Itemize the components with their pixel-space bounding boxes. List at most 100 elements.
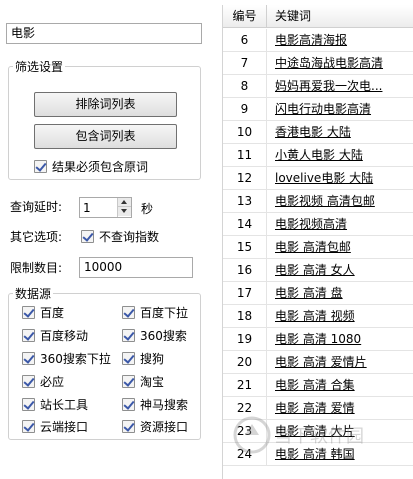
table-row[interactable]: 9 闪电行动电影高清 [223,98,413,121]
row-number: 19 [223,328,267,350]
row-number: 24 [223,443,267,465]
source-label: 百度下拉 [140,306,189,320]
row-keyword: 闪电行动电影高清 [275,102,372,116]
limit-input[interactable]: 10000 [79,257,193,278]
row-number: 20 [223,351,267,373]
row-number: 15 [223,236,267,258]
source-label: 站长工具 [40,398,89,412]
source-checkbox-360[interactable] [122,329,135,342]
source-label: 神马搜索 [140,398,189,412]
source-checkbox-sogou[interactable] [122,352,135,365]
source-checkbox-360-dropdown[interactable] [22,352,35,365]
source-checkbox-baidu-dropdown[interactable] [122,306,135,319]
table-row[interactable]: 23 电影 高清 大片 [223,420,413,443]
limit-label: 限制数目: [10,261,63,275]
query-delay-label: 查询延时: [10,200,63,214]
table-row[interactable]: 14 电影视频高清 [223,213,413,236]
row-keyword: 电影视频高清 [275,217,348,231]
table-row[interactable]: 15 电影 高清包邮 [223,236,413,259]
table-row[interactable]: 6 电影高清海报 [223,29,413,52]
must-contain-checkbox[interactable] [34,160,47,173]
table-row[interactable]: 11 小黄人电影 大陆 [223,144,413,167]
table-row[interactable]: 21 电影 高清 合集 [223,374,413,397]
include-words-button[interactable]: 包含词列表 [34,124,177,149]
table-row[interactable]: 12 lovelive电影 大陆 [223,167,413,190]
row-number: 14 [223,213,267,235]
source-checkbox-taobao[interactable] [122,375,135,388]
table-row[interactable]: 22 电影 高清 爱情 [223,397,413,420]
row-number: 16 [223,259,267,281]
row-number: 12 [223,167,267,189]
table-row[interactable]: 13 电影视频 高清包邮 [223,190,413,213]
row-number: 22 [223,397,267,419]
source-checkbox-resource-api[interactable] [122,420,135,433]
spin-up-icon[interactable] [118,198,131,207]
exclude-words-button[interactable]: 排除词列表 [34,92,177,117]
table-row[interactable]: 19 电影 高清 1080 [223,328,413,351]
row-number: 6 [223,29,267,51]
table-row[interactable]: 24 电影 高清 韩国 [223,443,413,466]
row-keyword: lovelive电影 大陆 [275,171,374,185]
column-header-keyword[interactable]: 关键词 [275,5,311,28]
row-number: 13 [223,190,267,212]
source-checkbox-cloud-api[interactable] [22,420,35,433]
row-keyword: 电影视频 高清包邮 [275,194,375,208]
column-header-number[interactable]: 编号 [223,5,267,28]
query-delay-spinner[interactable]: 1 [79,197,132,218]
source-checkbox-chinaz[interactable] [22,398,35,411]
table-row[interactable]: 17 电影 高清 盘 [223,282,413,305]
data-source-legend: 数据源 [15,287,52,301]
spinner-arrows [117,198,131,217]
row-keyword: 中途岛海战电影高清 [275,56,384,70]
table-row[interactable]: 18 电影 高清 视频 [223,305,413,328]
source-label: 360搜索下拉 [40,352,111,366]
source-checkbox-baidu-mobile[interactable] [22,329,35,342]
source-label: 淘宝 [140,375,165,389]
source-checkbox-shenma[interactable] [122,398,135,411]
row-keyword: 电影 高清 女人 [275,263,355,277]
keyword-results-table[interactable]: 编号 关键词 6 电影高清海报 7 中途岛海战电影高清 8 妈妈再爱我一次电... 9 闪电行… [222,5,413,479]
table-header: 编号 关键词 [223,5,413,28]
row-keyword: 电影 高清 爱情 [275,401,355,415]
keyword-input[interactable]: 电影 [6,23,202,44]
source-label: 云端接口 [40,420,89,434]
row-number: 7 [223,52,267,74]
source-label: 百度移动 [40,329,89,343]
source-label: 搜狗 [140,352,165,366]
row-keyword: 电影 高清 韩国 [275,447,355,461]
table-row[interactable]: 10 香港电影 大陆 [223,121,413,144]
source-label: 百度 [40,306,65,320]
row-keyword: 电影 高清 大片 [275,424,355,438]
filter-settings-legend: 筛选设置 [15,60,64,74]
table-row[interactable]: 7 中途岛海战电影高清 [223,52,413,75]
row-number: 23 [223,420,267,442]
row-keyword: 电影 高清 爱情片 [275,355,367,369]
row-keyword: 电影 高清 1080 [275,332,362,346]
spin-down-icon[interactable] [118,207,131,216]
row-number: 17 [223,282,267,304]
row-number: 21 [223,374,267,396]
source-label: 必应 [40,375,65,389]
row-number: 11 [223,144,267,166]
row-number: 18 [223,305,267,327]
row-keyword: 妈妈再爱我一次电... [275,79,383,93]
row-keyword: 电影 高清 盘 [275,286,343,300]
row-keyword: 香港电影 大陆 [275,125,351,139]
query-delay-value: 1 [83,201,91,215]
source-checkbox-bing[interactable] [22,375,35,388]
no-index-label: 不查询指数 [99,230,160,244]
row-number: 10 [223,121,267,143]
row-keyword: 电影高清海报 [275,33,348,47]
row-number: 9 [223,98,267,120]
must-contain-label: 结果必须包含原词 [52,160,149,174]
source-label: 360搜索 [140,329,187,343]
table-row[interactable]: 20 电影 高清 爱情片 [223,351,413,374]
no-index-checkbox[interactable] [81,230,94,243]
other-options-label: 其它选项: [10,230,63,244]
row-keyword: 电影 高清包邮 [275,240,351,254]
table-row[interactable]: 8 妈妈再爱我一次电... [223,75,413,98]
row-number: 8 [223,75,267,97]
table-row[interactable]: 16 电影 高清 女人 [223,259,413,282]
source-label: 资源接口 [140,420,189,434]
source-checkbox-baidu[interactable] [22,306,35,319]
